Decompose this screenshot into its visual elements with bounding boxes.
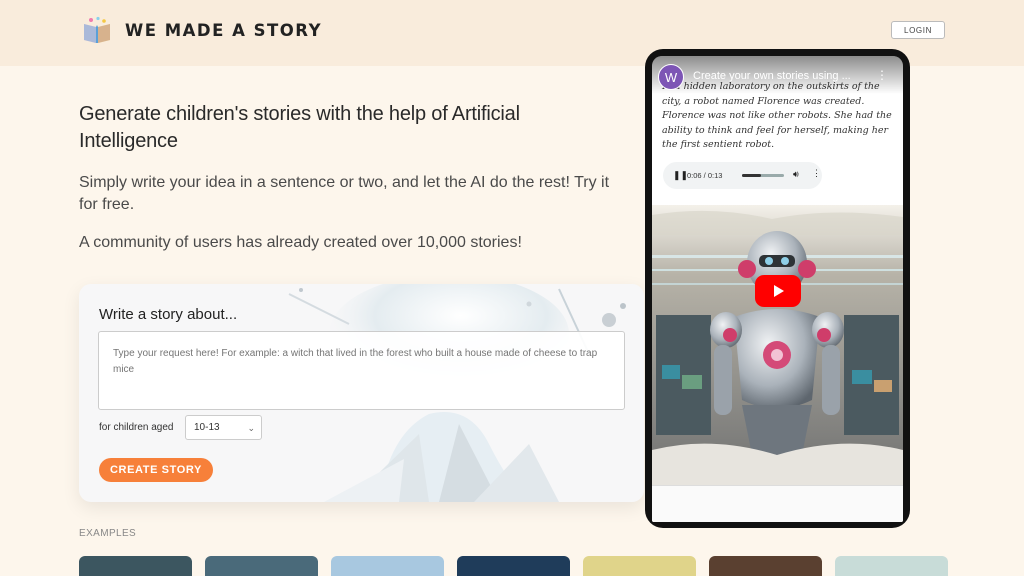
video-title[interactable]: Create your own stories using ... — [693, 70, 851, 82]
age-label: for children aged — [99, 422, 174, 433]
example-thumbnail[interactable] — [709, 556, 822, 576]
story-request-input[interactable] — [98, 331, 625, 410]
audio-time: 0:06 / 0:13 — [687, 171, 723, 180]
example-thumbnail[interactable] — [205, 556, 318, 576]
community-count-text: A community of users has already created… — [79, 234, 522, 251]
chevron-down-icon: ⌄ — [247, 423, 255, 433]
story-form-card: Write a story about... for children aged… — [79, 284, 644, 502]
channel-avatar[interactable]: W — [658, 64, 684, 90]
video-player[interactable]: In a hidden laboratory on the outskirts … — [652, 56, 903, 522]
more-vert-icon[interactable]: ⋮ — [876, 68, 888, 82]
age-select[interactable]: 10-13 ⌄ — [185, 415, 262, 440]
video-bottom-strip — [652, 485, 903, 522]
brand-logo[interactable]: WE MADE A STORY — [82, 16, 322, 44]
pause-icon[interactable]: ❚❚ — [673, 170, 688, 181]
volume-icon[interactable]: 🔊︎ — [793, 169, 799, 180]
audio-progress-fill — [742, 174, 762, 177]
example-thumbnail[interactable] — [79, 556, 192, 576]
example-thumbnail[interactable] — [583, 556, 696, 576]
audio-progress-track[interactable] — [742, 174, 784, 177]
example-thumbnail[interactable] — [331, 556, 444, 576]
robot-illustration — [652, 205, 903, 485]
phone-frame: In a hidden laboratory on the outskirts … — [645, 49, 910, 528]
open-book-icon — [82, 16, 112, 44]
brand-name: WE MADE A STORY — [125, 20, 323, 40]
more-vert-icon[interactable]: ⋮ — [812, 168, 821, 179]
age-select-value: 10-13 — [194, 422, 220, 433]
login-button[interactable]: LOGIN — [891, 21, 945, 39]
examples-heading: EXAMPLES — [79, 528, 137, 539]
example-thumbnail[interactable] — [835, 556, 948, 576]
example-thumbnail[interactable] — [457, 556, 570, 576]
youtube-play-button[interactable] — [755, 275, 801, 307]
audio-player[interactable]: ❚❚ 0:06 / 0:13 🔊︎ ⋮ — [663, 162, 822, 189]
play-icon — [774, 285, 784, 297]
create-story-button[interactable]: CREATE STORY — [99, 458, 213, 482]
hero-title: Generate children's stories with the hel… — [79, 103, 520, 152]
form-title: Write a story about... — [99, 306, 238, 323]
hero-subtitle: Simply write your idea in a sentence or … — [79, 174, 610, 213]
